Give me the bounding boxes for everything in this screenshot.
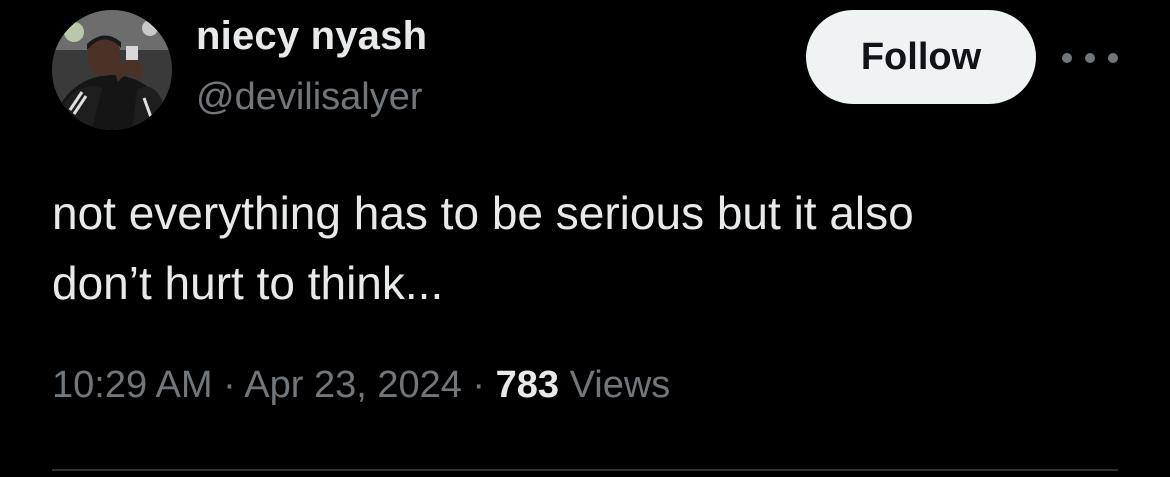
- tweet-text-line: don’t hurt to think...: [52, 257, 444, 309]
- tweet-date[interactable]: Apr 23, 2024: [244, 364, 462, 406]
- more-horizontal-icon[interactable]: [1062, 44, 1118, 72]
- more-dot: [1085, 53, 1095, 63]
- tweet-card: niecy nyash @devilisalyer Follow not eve…: [0, 0, 1170, 477]
- tweet-meta: 10:29 AM · Apr 23, 2024 · 783 Views: [52, 364, 670, 407]
- tweet-text: not everything has to be serious but it …: [52, 178, 1132, 318]
- more-dot: [1062, 53, 1072, 63]
- meta-separator: ·: [472, 364, 486, 406]
- tweet-time[interactable]: 10:29 AM: [52, 364, 213, 406]
- avatar[interactable]: [52, 10, 172, 130]
- views-label: Views: [569, 364, 671, 406]
- meta-separator: ·: [223, 364, 236, 406]
- user-handle[interactable]: @devilisalyer: [196, 76, 423, 119]
- divider: [52, 469, 1118, 471]
- views-count: 783: [495, 364, 560, 406]
- display-name[interactable]: niecy nyash: [196, 14, 427, 59]
- follow-button[interactable]: Follow: [806, 10, 1036, 104]
- more-dot: [1108, 53, 1118, 63]
- tweet-text-line: not everything has to be serious but it …: [52, 187, 914, 239]
- profile-photo-icon: [52, 10, 172, 130]
